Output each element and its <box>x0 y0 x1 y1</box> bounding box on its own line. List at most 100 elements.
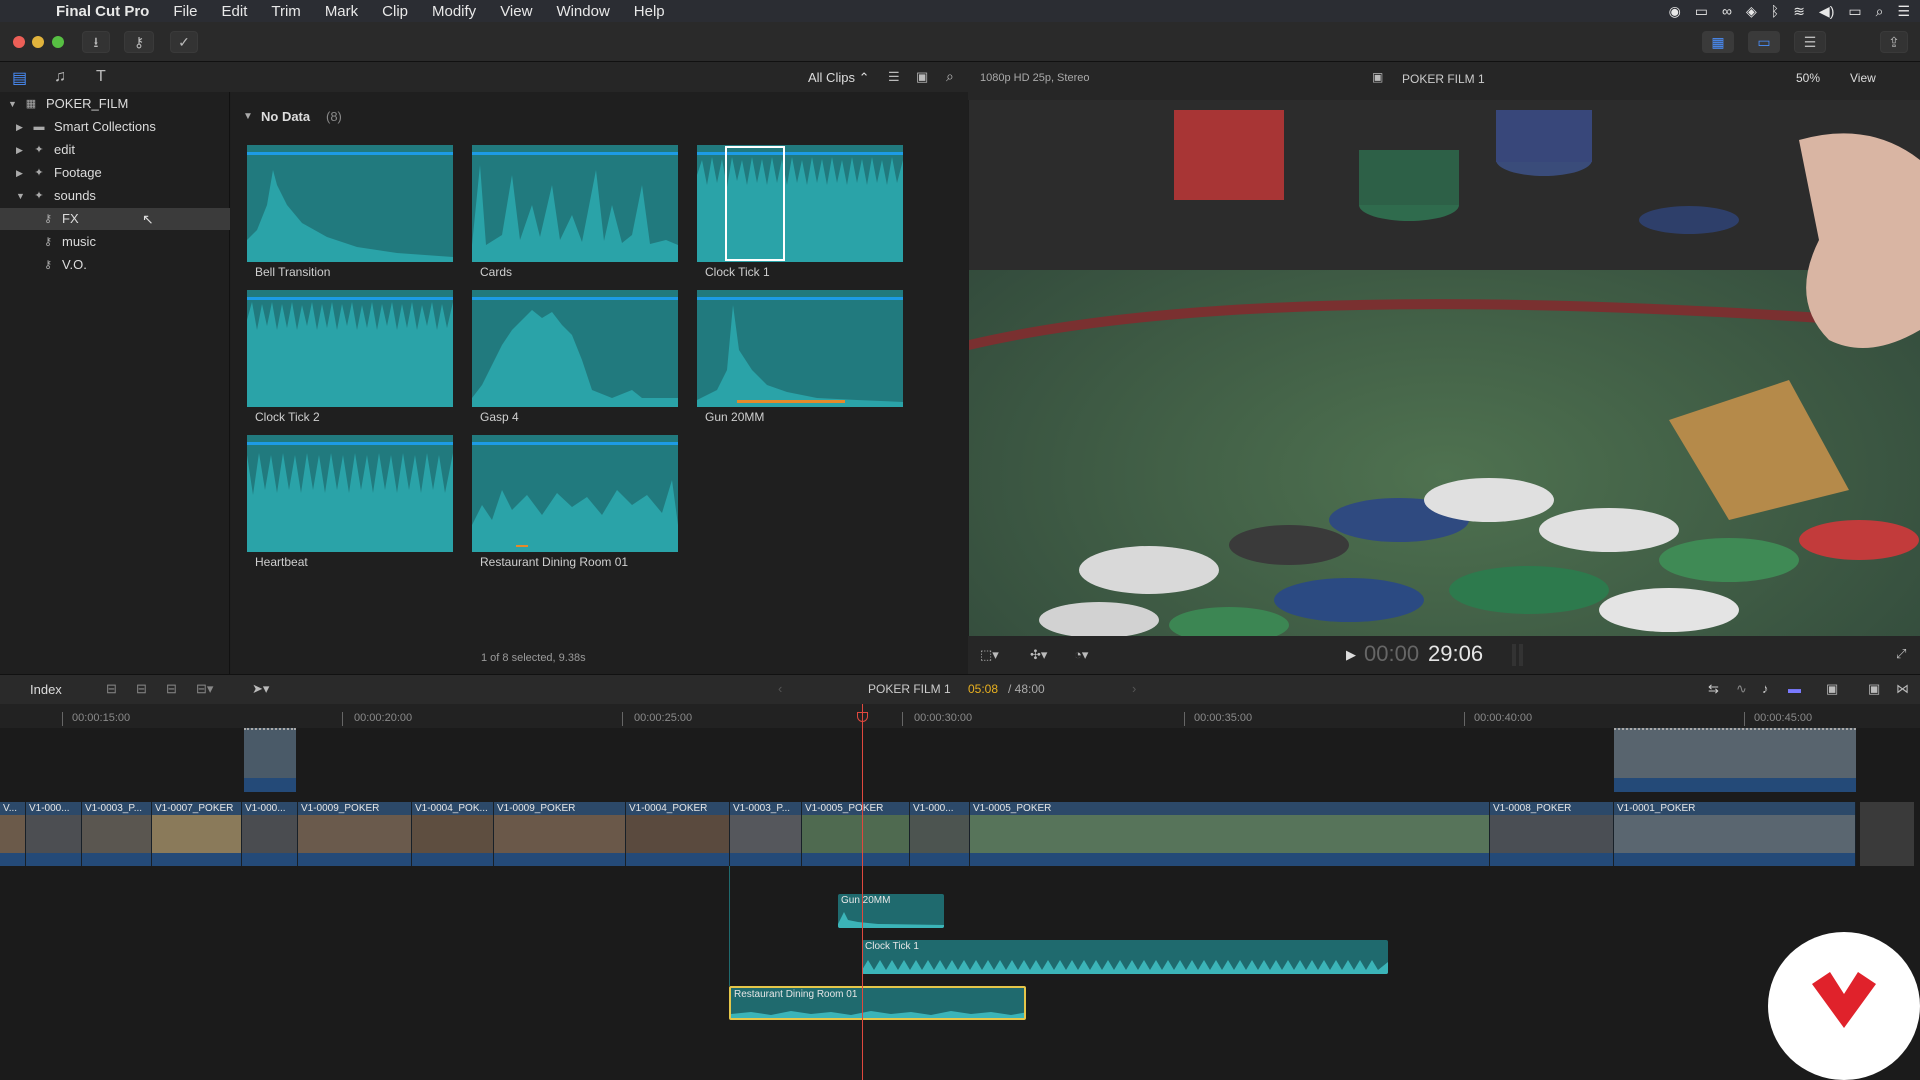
audio-skimming-icon[interactable]: ∿ <box>1736 681 1747 697</box>
video-clip[interactable]: V1-000... <box>242 802 298 866</box>
video-clip[interactable]: V1-0003_P... <box>730 802 802 866</box>
disclosure-open-icon[interactable]: ▼ <box>16 185 25 207</box>
clip-thumbnail[interactable] <box>247 435 453 552</box>
view-dropdown[interactable]: View <box>1850 71 1876 85</box>
creative-cloud-icon[interactable]: ∞ <box>1722 3 1732 19</box>
browser-toggle-icon[interactable]: ▦ <box>1702 31 1734 53</box>
solo-icon[interactable]: ♪ <box>1762 681 1769 696</box>
clip-thumbnail[interactable] <box>247 145 453 262</box>
sidebar-item-fx[interactable]: ⚷ FX ↖ <box>0 208 230 230</box>
share-icon[interactable]: ⇪ <box>1880 31 1908 53</box>
disclosure-closed-icon[interactable]: ▶ <box>16 116 23 138</box>
skimming-icon[interactable]: ⇆ <box>1708 681 1719 697</box>
clip-thumbnail-selected[interactable] <box>697 145 903 262</box>
sidebar-item-music[interactable]: ⚷ music <box>0 231 230 253</box>
sidebar-item-footage[interactable]: ▶ ✦ Footage <box>0 162 230 184</box>
clip-appearance-icon[interactable]: ▣ <box>1826 681 1838 697</box>
enhance-icon[interactable]: ✣▾ <box>1030 647 1047 663</box>
menu-mark[interactable]: Mark <box>313 3 370 20</box>
menu-view[interactable]: View <box>488 3 544 20</box>
transitions-browser-icon[interactable]: ⋈ <box>1896 681 1909 697</box>
audio-clip-restaurant-dining-room-selected[interactable]: Restaurant Dining Room 01 <box>729 986 1026 1020</box>
spotlight-icon[interactable]: ⌕ <box>1876 3 1884 20</box>
video-clip[interactable]: V1-000... <box>26 802 82 866</box>
sidebar-item-sounds[interactable]: ▼ ✦ sounds <box>0 185 230 207</box>
notification-center-icon[interactable]: ☰ <box>1897 3 1910 20</box>
filmstrip-view-icon[interactable]: ▣ <box>916 69 928 85</box>
minimize-window-button[interactable] <box>32 36 44 48</box>
sidebar-item-edit[interactable]: ▶ ✦ edit <box>0 139 230 161</box>
menu-edit[interactable]: Edit <box>210 3 260 20</box>
bluetooth-icon[interactable]: ᛒ <box>1771 3 1779 19</box>
video-clip[interactable]: V1-0003_P... <box>82 802 152 866</box>
video-clip[interactable]: V1-0004_POKER <box>626 802 730 866</box>
menu-modify[interactable]: Modify <box>420 3 488 20</box>
battery-icon[interactable]: ▭ <box>1848 3 1861 20</box>
snapping-icon[interactable]: ▬ <box>1788 681 1801 696</box>
select-tool-icon[interactable]: ➤▾ <box>252 681 269 697</box>
inspector-toggle-icon[interactable]: ☰ <box>1794 31 1826 53</box>
timeline-toggle-icon[interactable]: ▭ <box>1748 31 1780 53</box>
list-view-icon[interactable]: ☰ <box>888 69 900 85</box>
overwrite-clip-icon[interactable]: ⊟▾ <box>196 681 213 697</box>
append-clip-icon[interactable]: ⊟ <box>166 681 177 697</box>
video-clip[interactable]: V... <box>0 802 26 866</box>
menu-app[interactable]: Final Cut Pro <box>40 3 161 20</box>
volume-icon[interactable]: ◀) <box>1819 3 1834 20</box>
timeline-ruler[interactable]: 00:00:15:00 00:00:20:00 00:00:25:00 00:0… <box>0 704 1920 728</box>
video-clip[interactable]: V1-0009_POKER <box>494 802 626 866</box>
back-arrow-icon[interactable]: ‹ <box>778 681 782 696</box>
wifi-icon[interactable]: ≋ <box>1793 3 1805 20</box>
dropbox-icon[interactable]: ◈ <box>1746 3 1757 20</box>
clip-thumbnail[interactable] <box>697 290 903 407</box>
audio-clip-gun-20mm[interactable]: Gun 20MM <box>838 894 944 928</box>
keywords-icon[interactable]: ⚷ <box>124 31 154 53</box>
disclosure-closed-icon[interactable]: ▶ <box>16 139 23 161</box>
video-clip[interactable]: V1-0005_POKER <box>970 802 1490 866</box>
disclosure-open-icon[interactable]: ▼ <box>8 93 17 115</box>
menu-window[interactable]: Window <box>544 3 621 20</box>
clip-thumbnail[interactable] <box>472 435 678 552</box>
clip-filter-dropdown[interactable]: All Clips ⌃ <box>808 70 869 86</box>
sidebar-item-vo[interactable]: ⚷ V.O. <box>0 254 230 276</box>
fullscreen-icon[interactable]: ⤢ <box>1896 646 1906 662</box>
gap-clip[interactable] <box>1860 802 1914 866</box>
menu-file[interactable]: File <box>161 3 209 20</box>
video-clip[interactable]: V1-0008_POKER <box>1490 802 1614 866</box>
sidebar-item-smart-collections[interactable]: ▶ ▬ Smart Collections <box>0 116 230 138</box>
record-icon[interactable]: ◉ <box>1669 3 1681 20</box>
video-clip[interactable]: V1-0007_POKER <box>152 802 242 866</box>
video-clip[interactable]: V1-000... <box>910 802 970 866</box>
connected-video-clip[interactable] <box>244 728 296 792</box>
photos-audio-icon[interactable]: ♫ <box>54 68 66 86</box>
close-window-button[interactable] <box>13 36 25 48</box>
clip-thumbnail[interactable] <box>472 290 678 407</box>
video-clip[interactable]: V1-0005_POKER <box>802 802 910 866</box>
transform-icon[interactable]: ⬚▾ <box>980 647 999 663</box>
index-button[interactable]: Index <box>30 682 62 697</box>
background-tasks-icon[interactable]: ✓ <box>170 31 198 53</box>
audio-clip-clock-tick-1[interactable]: Clock Tick 1 <box>862 940 1388 974</box>
connected-video-clip[interactable] <box>1614 728 1856 792</box>
menu-clip[interactable]: Clip <box>370 3 420 20</box>
menu-trim[interactable]: Trim <box>259 3 312 20</box>
titles-generators-icon[interactable]: T <box>96 68 106 86</box>
display-icon[interactable]: ▭ <box>1695 3 1708 20</box>
retime-icon[interactable]: ◔▾ <box>1074 647 1088 663</box>
import-icon[interactable]: ⭳ <box>82 31 110 53</box>
video-clip[interactable]: V1-0001_POKER <box>1614 802 1856 866</box>
video-clip[interactable]: V1-0004_POK... <box>412 802 494 866</box>
forward-arrow-icon[interactable]: › <box>1132 681 1136 696</box>
zoom-dropdown[interactable]: 50% <box>1796 71 1820 85</box>
menu-help[interactable]: Help <box>622 3 677 20</box>
video-clip[interactable]: V1-0009_POKER <box>298 802 412 866</box>
library-root[interactable]: ▼ ▦ POKER_FILM <box>0 93 230 115</box>
libraries-icon[interactable]: ▤ <box>12 68 27 88</box>
clip-thumbnail[interactable] <box>247 290 453 407</box>
disclosure-closed-icon[interactable]: ▶ <box>16 162 23 184</box>
playhead[interactable] <box>862 704 863 1080</box>
insert-clip-icon[interactable]: ⊟ <box>136 681 147 697</box>
play-button[interactable]: ▶ <box>1346 647 1356 663</box>
zoom-window-button[interactable] <box>52 36 64 48</box>
connect-clip-icon[interactable]: ⊟ <box>106 681 117 697</box>
